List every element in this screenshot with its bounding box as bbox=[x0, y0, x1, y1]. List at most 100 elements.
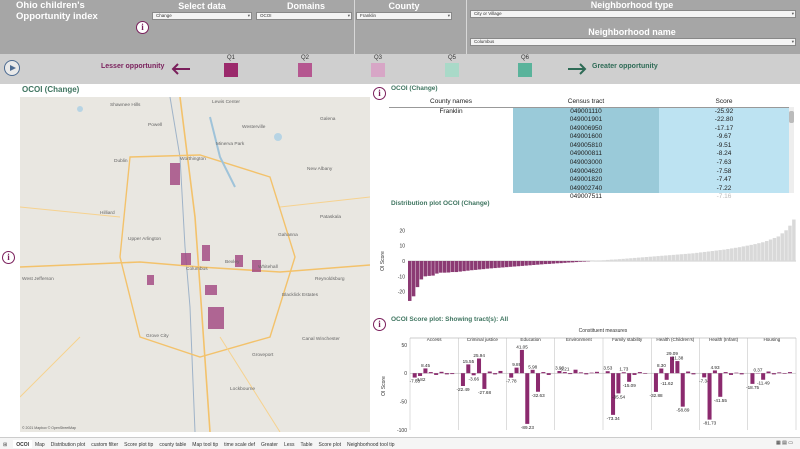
distribution-bar[interactable] bbox=[559, 261, 563, 264]
table-row[interactable]: 049001600 -9.67 bbox=[389, 133, 789, 142]
info-icon[interactable]: i bbox=[136, 21, 149, 34]
distribution-bar[interactable] bbox=[741, 246, 746, 261]
distribution-bar[interactable] bbox=[458, 261, 462, 272]
distribution-bar[interactable] bbox=[574, 261, 579, 263]
score-bar[interactable] bbox=[777, 372, 782, 374]
distribution-bar[interactable] bbox=[473, 261, 478, 270]
distribution-bar[interactable] bbox=[629, 258, 633, 261]
distribution-bar[interactable] bbox=[617, 259, 621, 261]
distribution-bar[interactable] bbox=[485, 261, 490, 269]
tabs-icon[interactable]: ⊞ bbox=[0, 440, 10, 448]
distribution-bar[interactable] bbox=[718, 250, 722, 261]
distribution-bar[interactable] bbox=[415, 261, 420, 288]
distribution-bar[interactable] bbox=[520, 261, 524, 266]
distribution-bar[interactable] bbox=[419, 261, 424, 280]
map-region[interactable] bbox=[205, 285, 217, 295]
sheet-tab-neighborhood-tool-tip[interactable]: Neighborhood tool tip bbox=[344, 440, 398, 448]
map-region[interactable] bbox=[170, 163, 180, 185]
table-row[interactable]: 049006950 -17.17 bbox=[389, 124, 789, 134]
distribution-bar[interactable] bbox=[714, 250, 718, 261]
score-bar[interactable] bbox=[739, 373, 744, 375]
score-bar[interactable] bbox=[616, 373, 621, 394]
score-bar[interactable] bbox=[428, 372, 433, 374]
distribution-bar[interactable] bbox=[536, 261, 540, 265]
distribution-bar[interactable] bbox=[477, 261, 482, 270]
sheet-tab-less[interactable]: Less bbox=[281, 440, 298, 448]
score-bar[interactable] bbox=[707, 373, 712, 420]
distribution-bar[interactable] bbox=[706, 251, 711, 261]
map-region[interactable] bbox=[208, 307, 224, 329]
score-bar[interactable] bbox=[621, 372, 626, 374]
sheet-tab-map-tool-tip[interactable]: Map tool tip bbox=[189, 440, 221, 448]
map[interactable]: Westerville Worthington Dublin New Albany Up… bbox=[20, 97, 370, 432]
score-bar[interactable] bbox=[535, 373, 541, 392]
distribution-bar[interactable] bbox=[702, 251, 707, 261]
distribution-bar[interactable] bbox=[664, 255, 668, 261]
distribution-bar[interactable] bbox=[512, 261, 517, 267]
distribution-bar[interactable] bbox=[780, 233, 784, 261]
distribution-bar[interactable] bbox=[761, 242, 765, 261]
distribution-bar[interactable] bbox=[636, 257, 641, 261]
map-region[interactable] bbox=[147, 275, 154, 285]
score-bar[interactable] bbox=[519, 349, 524, 374]
score-bar[interactable] bbox=[493, 373, 498, 375]
distribution-bar[interactable] bbox=[679, 254, 684, 261]
distribution-bar[interactable] bbox=[784, 230, 788, 261]
score-bar[interactable] bbox=[627, 373, 632, 382]
distribution-bar[interactable] bbox=[551, 261, 556, 264]
distribution-bar[interactable] bbox=[431, 261, 435, 276]
distribution-bar[interactable] bbox=[539, 261, 544, 265]
distribution-chart[interactable]: OI Score -20 -10 0 10 20 bbox=[380, 212, 800, 308]
table-row[interactable]: 049005810 -9.51 bbox=[389, 141, 789, 151]
distribution-bar[interactable] bbox=[652, 256, 656, 261]
distribution-bar[interactable] bbox=[508, 261, 513, 267]
distribution-bar[interactable] bbox=[710, 251, 715, 261]
distribution-bar[interactable] bbox=[648, 256, 653, 261]
distribution-bar[interactable] bbox=[493, 261, 497, 269]
sheet-tab-time-scale-def[interactable]: time scale def bbox=[221, 440, 258, 448]
score-bar[interactable] bbox=[482, 373, 487, 389]
score-bar[interactable] bbox=[471, 373, 476, 376]
score-bar[interactable] bbox=[653, 373, 658, 392]
distribution-bar[interactable] bbox=[516, 261, 521, 267]
score-bar[interactable] bbox=[546, 373, 551, 375]
distribution-bar[interactable] bbox=[450, 261, 455, 273]
score-bar[interactable] bbox=[439, 371, 444, 374]
map-region[interactable] bbox=[181, 253, 191, 265]
info-icon[interactable]: i bbox=[373, 87, 386, 100]
score-bar[interactable] bbox=[702, 373, 707, 378]
distribution-bar[interactable] bbox=[543, 261, 548, 265]
distribution-bar[interactable] bbox=[570, 261, 575, 263]
neighborhood-name-dropdown[interactable]: Columbus ▾ bbox=[470, 38, 796, 46]
distribution-bar[interactable] bbox=[625, 258, 629, 261]
distribution-bar[interactable] bbox=[691, 253, 695, 261]
score-bar[interactable] bbox=[584, 373, 589, 375]
distribution-bar[interactable] bbox=[776, 236, 781, 261]
distribution-bar[interactable] bbox=[528, 261, 532, 266]
score-bar[interactable] bbox=[680, 373, 685, 407]
score-bar[interactable] bbox=[530, 369, 535, 374]
distribution-bar[interactable] bbox=[411, 261, 416, 297]
view-icons[interactable]: ▦ ▤ ▭ bbox=[773, 438, 796, 446]
score-bar[interactable] bbox=[444, 373, 449, 375]
distribution-bar[interactable] bbox=[489, 261, 493, 269]
score-bar[interactable] bbox=[541, 372, 546, 374]
score-bar[interactable] bbox=[477, 358, 482, 374]
sheet-tab-score-plot[interactable]: Score plot bbox=[315, 440, 344, 448]
score-bar[interactable] bbox=[466, 364, 471, 374]
distribution-bar[interactable] bbox=[470, 261, 474, 271]
quintile-swatch-q2[interactable] bbox=[298, 63, 312, 77]
distribution-bar[interactable] bbox=[745, 245, 750, 261]
score-bar[interactable] bbox=[728, 373, 734, 375]
distribution-bar[interactable] bbox=[699, 252, 703, 261]
table-row[interactable]: 049002740 -7.22 bbox=[389, 184, 789, 194]
score-bar[interactable] bbox=[643, 373, 648, 374]
distribution-bar[interactable] bbox=[454, 261, 459, 273]
score-bar[interactable] bbox=[434, 373, 439, 375]
sheet-tab-county-table[interactable]: county table bbox=[156, 440, 189, 448]
select-data-dropdown[interactable]: Change ▾ bbox=[152, 12, 252, 20]
table-row[interactable]: 049003000 -7.63 bbox=[389, 159, 789, 168]
quintile-swatch-q3[interactable] bbox=[371, 63, 385, 77]
score-bar[interactable] bbox=[498, 370, 503, 374]
distribution-bar[interactable] bbox=[667, 255, 672, 261]
